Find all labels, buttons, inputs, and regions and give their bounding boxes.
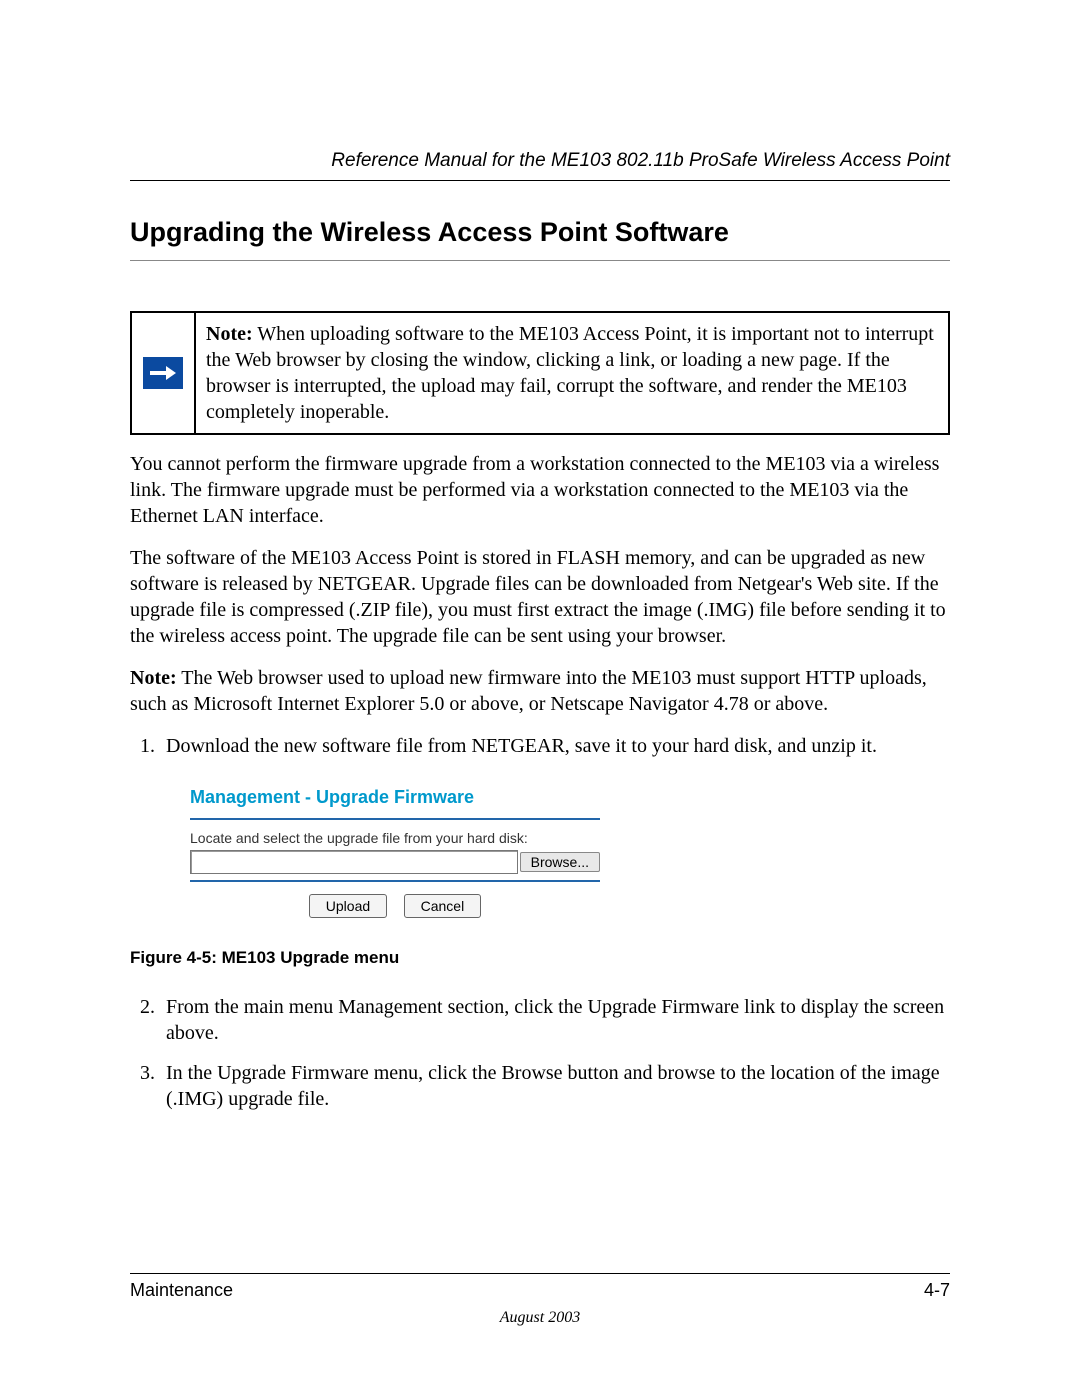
manual-header: Reference Manual for the ME103 802.11b P… [130,150,950,172]
browse-button[interactable]: Browse... [520,852,600,872]
note-text: When uploading software to the ME103 Acc… [206,323,934,423]
footer-row: Maintenance 4-7 [130,1280,950,1301]
header-divider [130,180,950,181]
step-1: Download the new software file from NETG… [160,733,950,759]
footer-section: Maintenance [130,1280,233,1301]
upload-button[interactable]: Upload [309,894,387,918]
paragraph-3: Note: The Web browser used to upload new… [130,665,950,717]
paragraph-1: You cannot perform the firmware upgrade … [130,451,950,529]
note-label: Note: [206,323,253,345]
firmware-title: Management - Upgrade Firmware [190,787,600,812]
firmware-button-row: Upload Cancel [190,894,600,918]
page-footer: Maintenance 4-7 August 2003 [130,1273,950,1327]
firmware-top-rule [190,818,600,820]
p3-note-text: The Web browser used to upload new firmw… [130,667,927,715]
file-path-input[interactable] [190,850,518,874]
footer-date: August 2003 [130,1309,950,1327]
steps-list: Download the new software file from NETG… [130,733,950,759]
document-page: Reference Manual for the ME103 802.11b P… [0,0,1080,1397]
firmware-instruction: Locate and select the upgrade file from … [190,830,600,846]
footer-divider [130,1273,950,1274]
arrow-right-icon [143,357,183,389]
note-text-cell: Note: When uploading software to the ME1… [195,312,949,434]
section-heading: Upgrading the Wireless Access Point Soft… [130,217,950,248]
paragraph-2: The software of the ME103 Access Point i… [130,545,950,649]
heading-divider [130,260,950,261]
cancel-button[interactable]: Cancel [404,894,482,918]
steps-list-cont: From the main menu Management section, c… [130,994,950,1112]
firmware-screenshot: Management - Upgrade Firmware Locate and… [190,787,600,918]
firmware-bottom-rule [190,880,600,882]
p3-note-label: Note: [130,667,177,689]
footer-page-number: 4-7 [924,1280,950,1301]
note-icon-cell [131,312,195,434]
step-3: In the Upgrade Firmware menu, click the … [160,1060,950,1112]
step-2: From the main menu Management section, c… [160,994,950,1046]
note-box: Note: When uploading software to the ME1… [130,311,950,435]
figure-caption: Figure 4-5: ME103 Upgrade menu [130,948,950,968]
file-input-row: Browse... [190,850,600,874]
